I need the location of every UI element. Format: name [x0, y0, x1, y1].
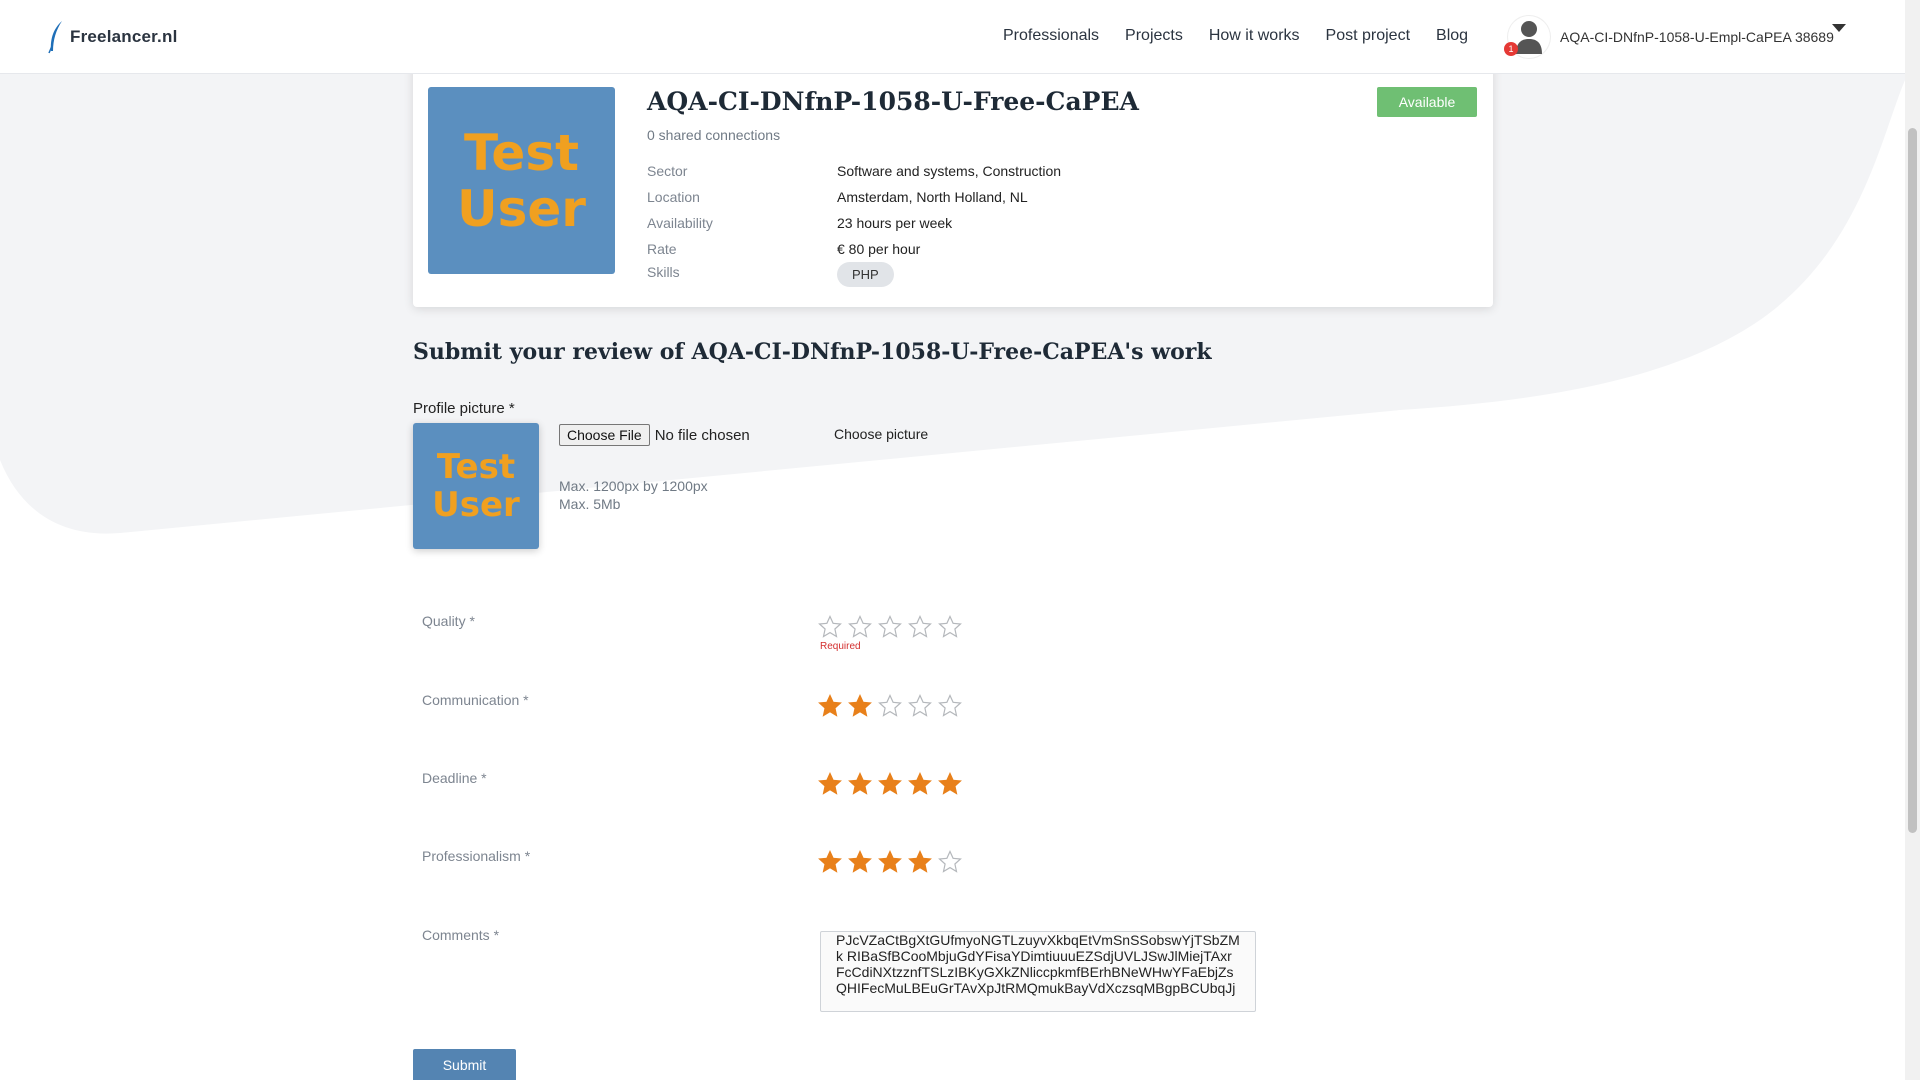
profile-picture: Test User [428, 87, 615, 274]
profile-name[interactable]: AQA-CI-DNfnP-1058-U-Free-CaPEA [647, 87, 1139, 116]
chevron-down-icon[interactable] [1832, 24, 1846, 32]
top-navbar: Freelancer.nl Professionals Projects How… [0, 0, 1905, 74]
info-row-rate: Rate € 80 per hour [647, 236, 1061, 262]
choose-picture-link[interactable]: Choose picture [834, 426, 928, 442]
feather-logo-icon [48, 21, 62, 54]
star-icon[interactable] [938, 615, 962, 639]
star-icon[interactable] [908, 772, 932, 796]
info-label: Location [647, 189, 700, 205]
star-icon[interactable] [878, 694, 902, 718]
scrollbar-thumb[interactable] [1908, 128, 1917, 833]
site-logo[interactable]: Freelancer.nl [46, 20, 178, 54]
profile-picture-label: Profile picture * [413, 400, 515, 417]
user-menu[interactable]: 1 AQA-CI-DNfnP-1058-U-Empl-CaPEA 38689 [1504, 16, 1834, 58]
star-icon[interactable] [908, 850, 932, 874]
stars-quality[interactable] [818, 615, 962, 639]
nav-professionals[interactable]: Professionals [1003, 27, 1099, 45]
choose-file-button[interactable]: Choose File [559, 424, 650, 446]
review-title: Submit your review of AQA-CI-DNfnP-1058-… [413, 339, 1212, 365]
user-icon [1516, 21, 1542, 54]
info-label: Sector [647, 163, 688, 179]
star-icon[interactable] [848, 694, 872, 718]
star-icon[interactable] [818, 694, 842, 718]
stars-communication[interactable] [818, 694, 962, 718]
star-icon[interactable] [818, 772, 842, 796]
info-row-location: Location Amsterdam, North Holland, NL [647, 184, 1061, 210]
shared-connections: 0 shared connections [647, 127, 781, 143]
notification-badge[interactable]: 1 [1504, 42, 1518, 56]
nav-projects[interactable]: Projects [1125, 27, 1183, 45]
star-icon[interactable] [938, 850, 962, 874]
avatar[interactable]: 1 [1504, 16, 1550, 58]
info-row-skills: Skills PHP [647, 262, 1061, 288]
submit-button[interactable]: Submit [413, 1049, 516, 1080]
user-name[interactable]: AQA-CI-DNfnP-1058-U-Empl-CaPEA 38689 [1560, 29, 1834, 45]
info-row-availability: Availability 23 hours per week [647, 210, 1061, 236]
nav-post-project[interactable]: Post project [1326, 27, 1410, 45]
comments-label: Comments * [422, 927, 500, 943]
stars-deadline[interactable] [818, 772, 962, 796]
info-label: Availability [647, 215, 713, 231]
comments-textarea[interactable]: PJcVZaCtBgXtGUfmyoNGTLzuyvXkbqEtVmSnSSob… [820, 931, 1256, 1012]
picture-text-line: Test [463, 123, 580, 182]
picture-text-line: User [457, 179, 586, 238]
required-error: Required [820, 641, 861, 652]
info-label: Skills [647, 264, 680, 280]
picture-text-line: Test [436, 446, 516, 487]
star-icon[interactable] [878, 615, 902, 639]
info-label: Rate [647, 241, 677, 257]
rating-label-communication: Communication * [422, 692, 529, 708]
picture-text-line: User [432, 485, 520, 525]
page-scrollbar[interactable] [1905, 0, 1920, 1080]
info-value: € 80 per hour [837, 241, 921, 257]
star-icon[interactable] [878, 772, 902, 796]
star-icon[interactable] [938, 772, 962, 796]
star-icon[interactable] [848, 850, 872, 874]
star-icon[interactable] [938, 694, 962, 718]
skill-chip: PHP [837, 262, 894, 287]
star-icon[interactable] [818, 615, 842, 639]
star-icon[interactable] [818, 850, 842, 874]
review-picture-preview: Test User [413, 423, 539, 549]
info-row-sector: Sector Software and systems, Constructio… [647, 158, 1061, 184]
file-input[interactable]: Choose File No file chosen [559, 424, 750, 446]
info-value: Amsterdam, North Holland, NL [837, 189, 1028, 205]
rating-label-deadline: Deadline * [422, 770, 487, 786]
info-value: 23 hours per week [837, 215, 953, 231]
star-icon[interactable] [908, 694, 932, 718]
logo-text: Freelancer.nl [70, 27, 178, 46]
star-icon[interactable] [908, 615, 932, 639]
info-value: Software and systems, Construction [837, 163, 1062, 179]
upload-hint: Max. 1200px by 1200px Max. 5Mb [559, 477, 708, 513]
hint-line: Max. 1200px by 1200px [559, 478, 708, 494]
nav-how-it-works[interactable]: How it works [1209, 27, 1300, 45]
file-status: No file chosen [654, 426, 750, 444]
stars-professionalism[interactable] [818, 850, 962, 874]
status-badge: Available [1377, 87, 1477, 117]
star-icon[interactable] [848, 772, 872, 796]
star-icon[interactable] [848, 615, 872, 639]
hint-line: Max. 5Mb [559, 496, 621, 512]
rating-label-professionalism: Professionalism * [422, 848, 531, 864]
main-nav: Professionals Projects How it works Post… [1003, 27, 1468, 45]
star-icon[interactable] [878, 850, 902, 874]
nav-blog[interactable]: Blog [1436, 27, 1468, 45]
profile-info: Sector Software and systems, Constructio… [647, 158, 1061, 288]
rating-label-quality: Quality * [422, 613, 475, 629]
freelancer-profile-card: Test User AQA-CI-DNfnP-1058-U-Free-CaPEA… [413, 60, 1493, 307]
